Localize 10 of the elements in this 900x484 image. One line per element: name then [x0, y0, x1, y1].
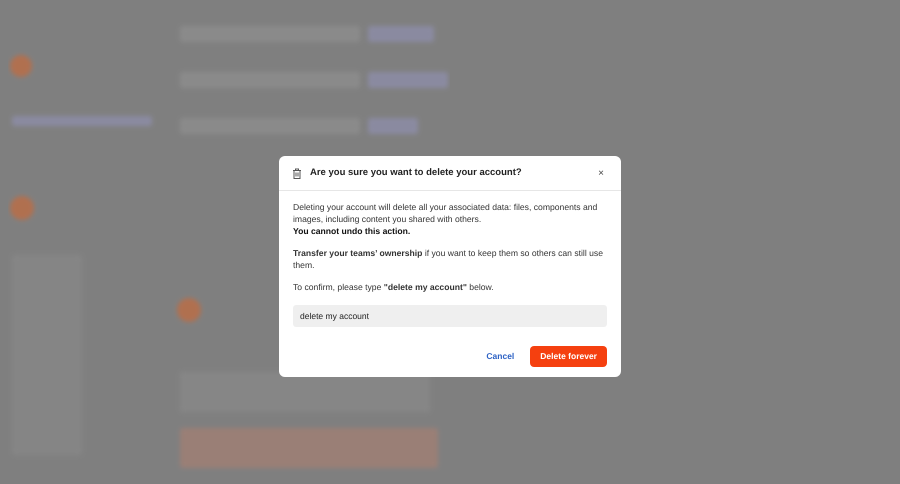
delete-button[interactable]: Delete forever	[530, 346, 607, 367]
trash-icon	[292, 168, 302, 178]
close-button[interactable]: ×	[594, 166, 608, 180]
warning-text: You cannot undo this action.	[293, 225, 412, 237]
instruction-text: Transfer your teams’ ownership if you want to keep them so others can still use them.	[293, 247, 604, 271]
cancel-button[interactable]: Cancel	[482, 350, 518, 363]
instruction-text: To confirm, please type "delete my account" below.	[293, 281, 495, 293]
dialog-title: Are you sure you want to delete your account?	[310, 166, 522, 180]
description-text: Deleting your account will delete all your associated data: files, components and images, including content you shared with others.	[293, 201, 598, 225]
confirm-input-field[interactable]: delete my account	[293, 305, 607, 327]
